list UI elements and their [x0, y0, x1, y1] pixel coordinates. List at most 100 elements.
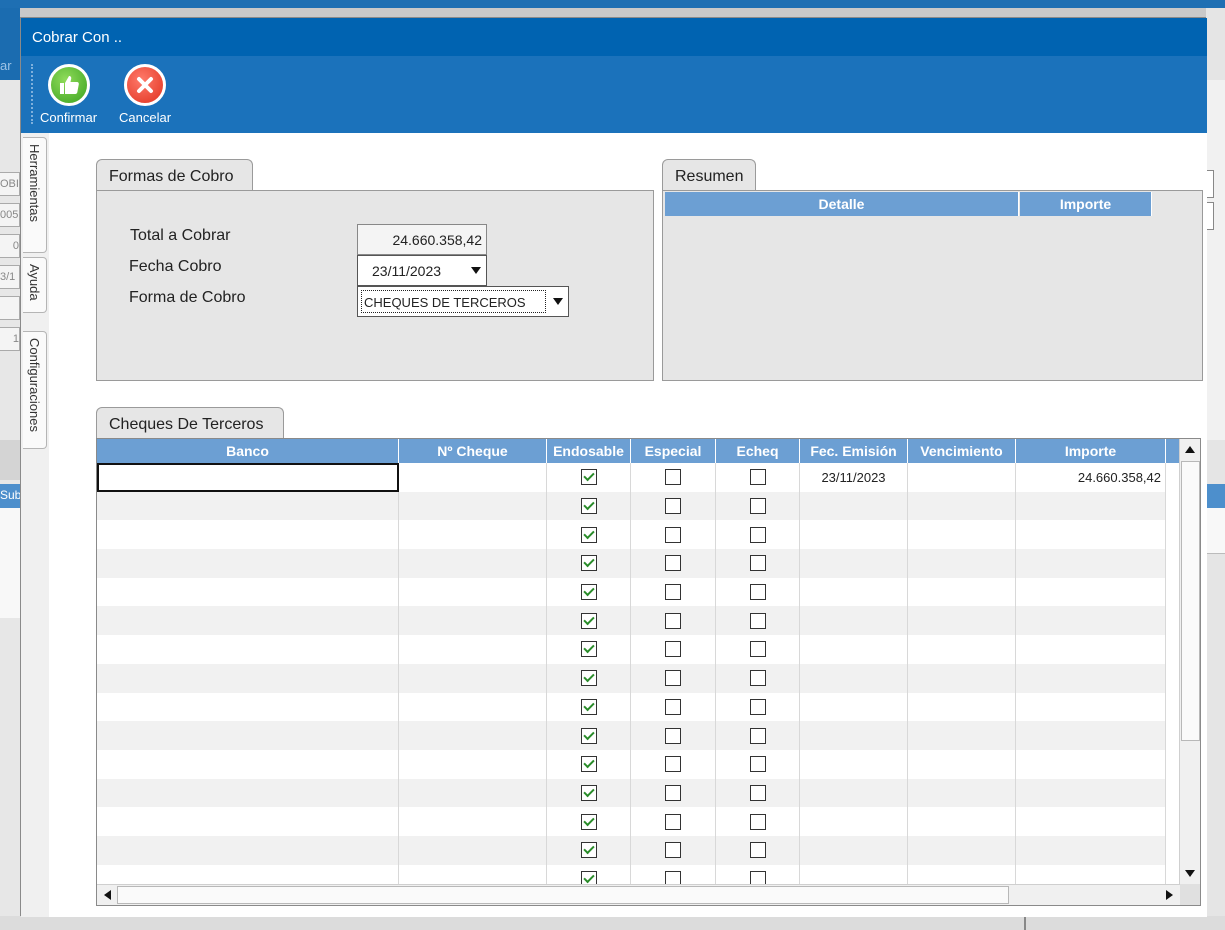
echeq-checkbox[interactable]: [749, 555, 766, 572]
cell-importe[interactable]: [1016, 491, 1166, 521]
table-row[interactable]: [97, 606, 1166, 636]
table-row[interactable]: [97, 663, 1166, 693]
especial-checkbox[interactable]: [665, 584, 681, 601]
table-row[interactable]: [97, 549, 1166, 578]
endosable-checkbox[interactable]: [580, 670, 597, 687]
cell-banco[interactable]: [97, 549, 399, 578]
echeq-checkbox[interactable]: [749, 842, 766, 859]
horizontal-scroll-thumb[interactable]: [117, 886, 1009, 904]
endosable-checkbox[interactable]: [580, 842, 597, 859]
echeq-checkbox[interactable]: [749, 670, 766, 687]
table-row[interactable]: [97, 692, 1166, 722]
cell-vencimiento[interactable]: [908, 835, 1016, 865]
echeq-checkbox[interactable]: [749, 756, 766, 773]
cell-banco[interactable]: [97, 721, 399, 750]
tab-formas-de-cobro[interactable]: Formas de Cobro: [96, 159, 253, 191]
cell-banco[interactable]: [97, 663, 399, 693]
cell-importe[interactable]: [1016, 749, 1166, 779]
table-row[interactable]: [97, 807, 1166, 836]
especial-checkbox[interactable]: [665, 727, 681, 744]
especial-checkbox[interactable]: [665, 498, 681, 515]
confirm-button[interactable]: Confirmar: [40, 64, 97, 125]
echeq-checkbox[interactable]: [749, 526, 766, 543]
endosable-checkbox[interactable]: [580, 813, 597, 830]
especial-checkbox[interactable]: [665, 756, 681, 773]
cell-banco[interactable]: [97, 491, 399, 521]
table-row[interactable]: [97, 635, 1166, 664]
endosable-checkbox[interactable]: [580, 784, 597, 801]
especial-checkbox[interactable]: [665, 641, 681, 658]
especial-checkbox[interactable]: [665, 784, 681, 801]
cell-banco[interactable]: [97, 835, 399, 865]
cell-importe[interactable]: [1016, 635, 1166, 664]
cell-fec-emision[interactable]: [800, 606, 908, 636]
tab-cheques-de-terceros[interactable]: Cheques De Terceros: [96, 407, 284, 439]
cell-fec-emision[interactable]: [800, 520, 908, 550]
cell-importe[interactable]: [1016, 807, 1166, 836]
cell-numero[interactable]: [399, 520, 547, 550]
toolbar-grip[interactable]: [31, 64, 33, 124]
echeq-checkbox[interactable]: [749, 641, 766, 658]
especial-checkbox[interactable]: [665, 469, 681, 486]
endosable-checkbox[interactable]: [580, 756, 597, 773]
cell-importe[interactable]: [1016, 577, 1166, 607]
cell-fec-emision[interactable]: [800, 692, 908, 722]
cell-banco[interactable]: [97, 577, 399, 607]
cell-importe[interactable]: [1016, 692, 1166, 722]
cell-numero[interactable]: [399, 835, 547, 865]
table-row[interactable]: [97, 778, 1166, 808]
vertical-scroll-thumb[interactable]: [1181, 461, 1200, 741]
table-row[interactable]: [97, 721, 1166, 750]
cell-banco[interactable]: [97, 778, 399, 808]
cell-fec-emision[interactable]: [800, 749, 908, 779]
cell-vencimiento[interactable]: [908, 577, 1016, 607]
cell-fec-emision[interactable]: [800, 549, 908, 578]
especial-checkbox[interactable]: [665, 526, 681, 543]
table-row[interactable]: [97, 577, 1166, 607]
echeq-checkbox[interactable]: [749, 584, 766, 601]
cell-numero[interactable]: [399, 491, 547, 521]
cell-vencimiento[interactable]: [908, 520, 1016, 550]
cell-banco[interactable]: [97, 692, 399, 722]
col-header-numero[interactable]: Nº Cheque: [399, 439, 547, 463]
cell-fec-emision[interactable]: 23/11/2023: [800, 463, 908, 492]
chevron-down-icon[interactable]: [548, 287, 568, 316]
tab-resumen[interactable]: Resumen: [662, 159, 756, 191]
scroll-left-arrow-icon[interactable]: [97, 885, 117, 905]
cell-vencimiento[interactable]: [908, 663, 1016, 693]
cell-vencimiento[interactable]: [908, 807, 1016, 836]
echeq-checkbox[interactable]: [749, 784, 766, 801]
table-row[interactable]: 23/11/2023 24.660.358,42: [97, 463, 1166, 492]
echeq-checkbox[interactable]: [749, 498, 766, 515]
table-row[interactable]: [97, 835, 1166, 865]
cell-numero[interactable]: [399, 663, 547, 693]
cell-numero[interactable]: [399, 721, 547, 750]
endosable-checkbox[interactable]: [580, 498, 597, 515]
col-header-echeq[interactable]: Echeq: [716, 439, 800, 463]
cell-vencimiento[interactable]: [908, 491, 1016, 521]
endosable-checkbox[interactable]: [580, 584, 597, 601]
resumen-header-importe[interactable]: Importe: [1020, 192, 1152, 216]
col-header-banco[interactable]: Banco: [97, 439, 399, 463]
cell-fec-emision[interactable]: [800, 807, 908, 836]
scroll-right-arrow-icon[interactable]: [1159, 885, 1179, 905]
cell-vencimiento[interactable]: [908, 692, 1016, 722]
cell-banco[interactable]: [97, 749, 399, 779]
echeq-checkbox[interactable]: [749, 469, 766, 486]
echeq-checkbox[interactable]: [749, 612, 766, 629]
col-header-fec-emision[interactable]: Fec. Emisión: [800, 439, 908, 463]
scroll-up-arrow-icon[interactable]: [1180, 439, 1200, 459]
tab-configuraciones[interactable]: Configuraciones: [23, 331, 47, 449]
col-header-vencimiento[interactable]: Vencimiento: [908, 439, 1016, 463]
endosable-checkbox[interactable]: [580, 698, 597, 715]
especial-checkbox[interactable]: [665, 670, 681, 687]
cell-banco[interactable]: [97, 606, 399, 636]
cell-vencimiento[interactable]: [908, 778, 1016, 808]
endosable-checkbox[interactable]: [580, 641, 597, 658]
cell-numero[interactable]: [399, 749, 547, 779]
cell-vencimiento[interactable]: [908, 749, 1016, 779]
resumen-header-detalle[interactable]: Detalle: [665, 192, 1019, 216]
col-header-importe[interactable]: Importe: [1016, 439, 1166, 463]
tab-herramientas[interactable]: Herramientas: [23, 137, 47, 253]
cell-fec-emision[interactable]: [800, 778, 908, 808]
